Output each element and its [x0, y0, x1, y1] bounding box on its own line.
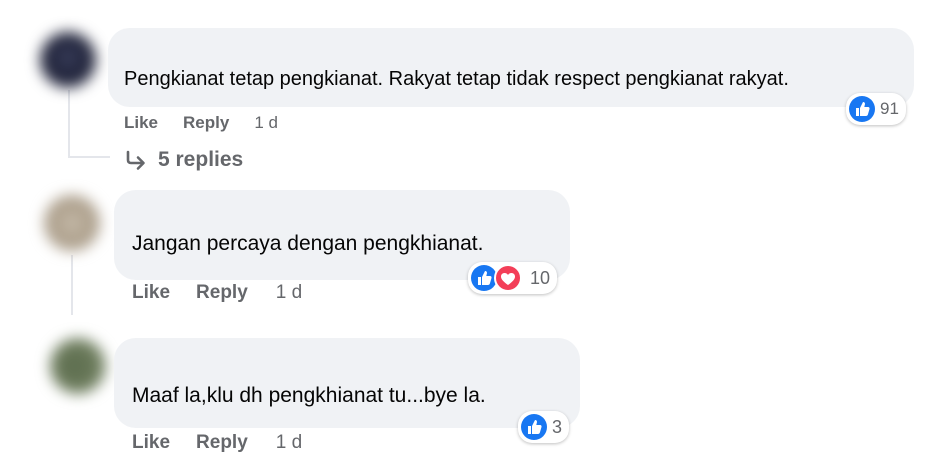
- reaction-count: 91: [880, 99, 899, 118]
- view-replies-link[interactable]: 5 replies: [124, 148, 243, 172]
- reply-button[interactable]: Reply: [196, 282, 248, 304]
- avatar[interactable]: [50, 338, 106, 394]
- like-icon: [848, 95, 876, 123]
- reply-button[interactable]: Reply: [183, 113, 229, 133]
- thread-line: [68, 156, 110, 158]
- like-button[interactable]: Like: [132, 432, 170, 454]
- thread-line: [68, 90, 70, 158]
- reply-arrow-icon: [124, 149, 148, 171]
- timestamp[interactable]: 1 d: [254, 113, 278, 133]
- replies-label: 5 replies: [158, 148, 244, 171]
- comment-text: Maaf la,klu dh pengkhianat tu...bye la.: [132, 384, 486, 407]
- like-icon: [520, 413, 548, 441]
- avatar[interactable]: [40, 32, 96, 88]
- love-icon: [494, 264, 522, 292]
- reaction-summary[interactable]: 3: [518, 411, 570, 443]
- like-button[interactable]: Like: [132, 282, 170, 304]
- reaction-count: 3: [552, 416, 563, 437]
- thread-line: [71, 255, 73, 315]
- comment-text: Jangan percaya dengan pengkhianat.: [132, 232, 484, 255]
- reply-button[interactable]: Reply: [196, 432, 248, 454]
- comment-text: Pengkianat tetap pengkianat. Rakyat teta…: [124, 68, 789, 90]
- avatar[interactable]: [44, 195, 100, 251]
- comment-actions: Like Reply 1 d: [132, 282, 302, 304]
- timestamp[interactable]: 1 d: [276, 432, 302, 454]
- comment-actions: Like Reply 1 d: [132, 432, 302, 454]
- timestamp[interactable]: 1 d: [276, 282, 302, 304]
- comment-actions: Like Reply 1 d: [124, 113, 278, 133]
- reaction-count: 10: [530, 267, 551, 288]
- like-button[interactable]: Like: [124, 113, 158, 133]
- reaction-summary[interactable]: 10: [468, 262, 558, 294]
- reaction-summary[interactable]: 91: [846, 93, 906, 125]
- comment-bubble: [114, 338, 580, 428]
